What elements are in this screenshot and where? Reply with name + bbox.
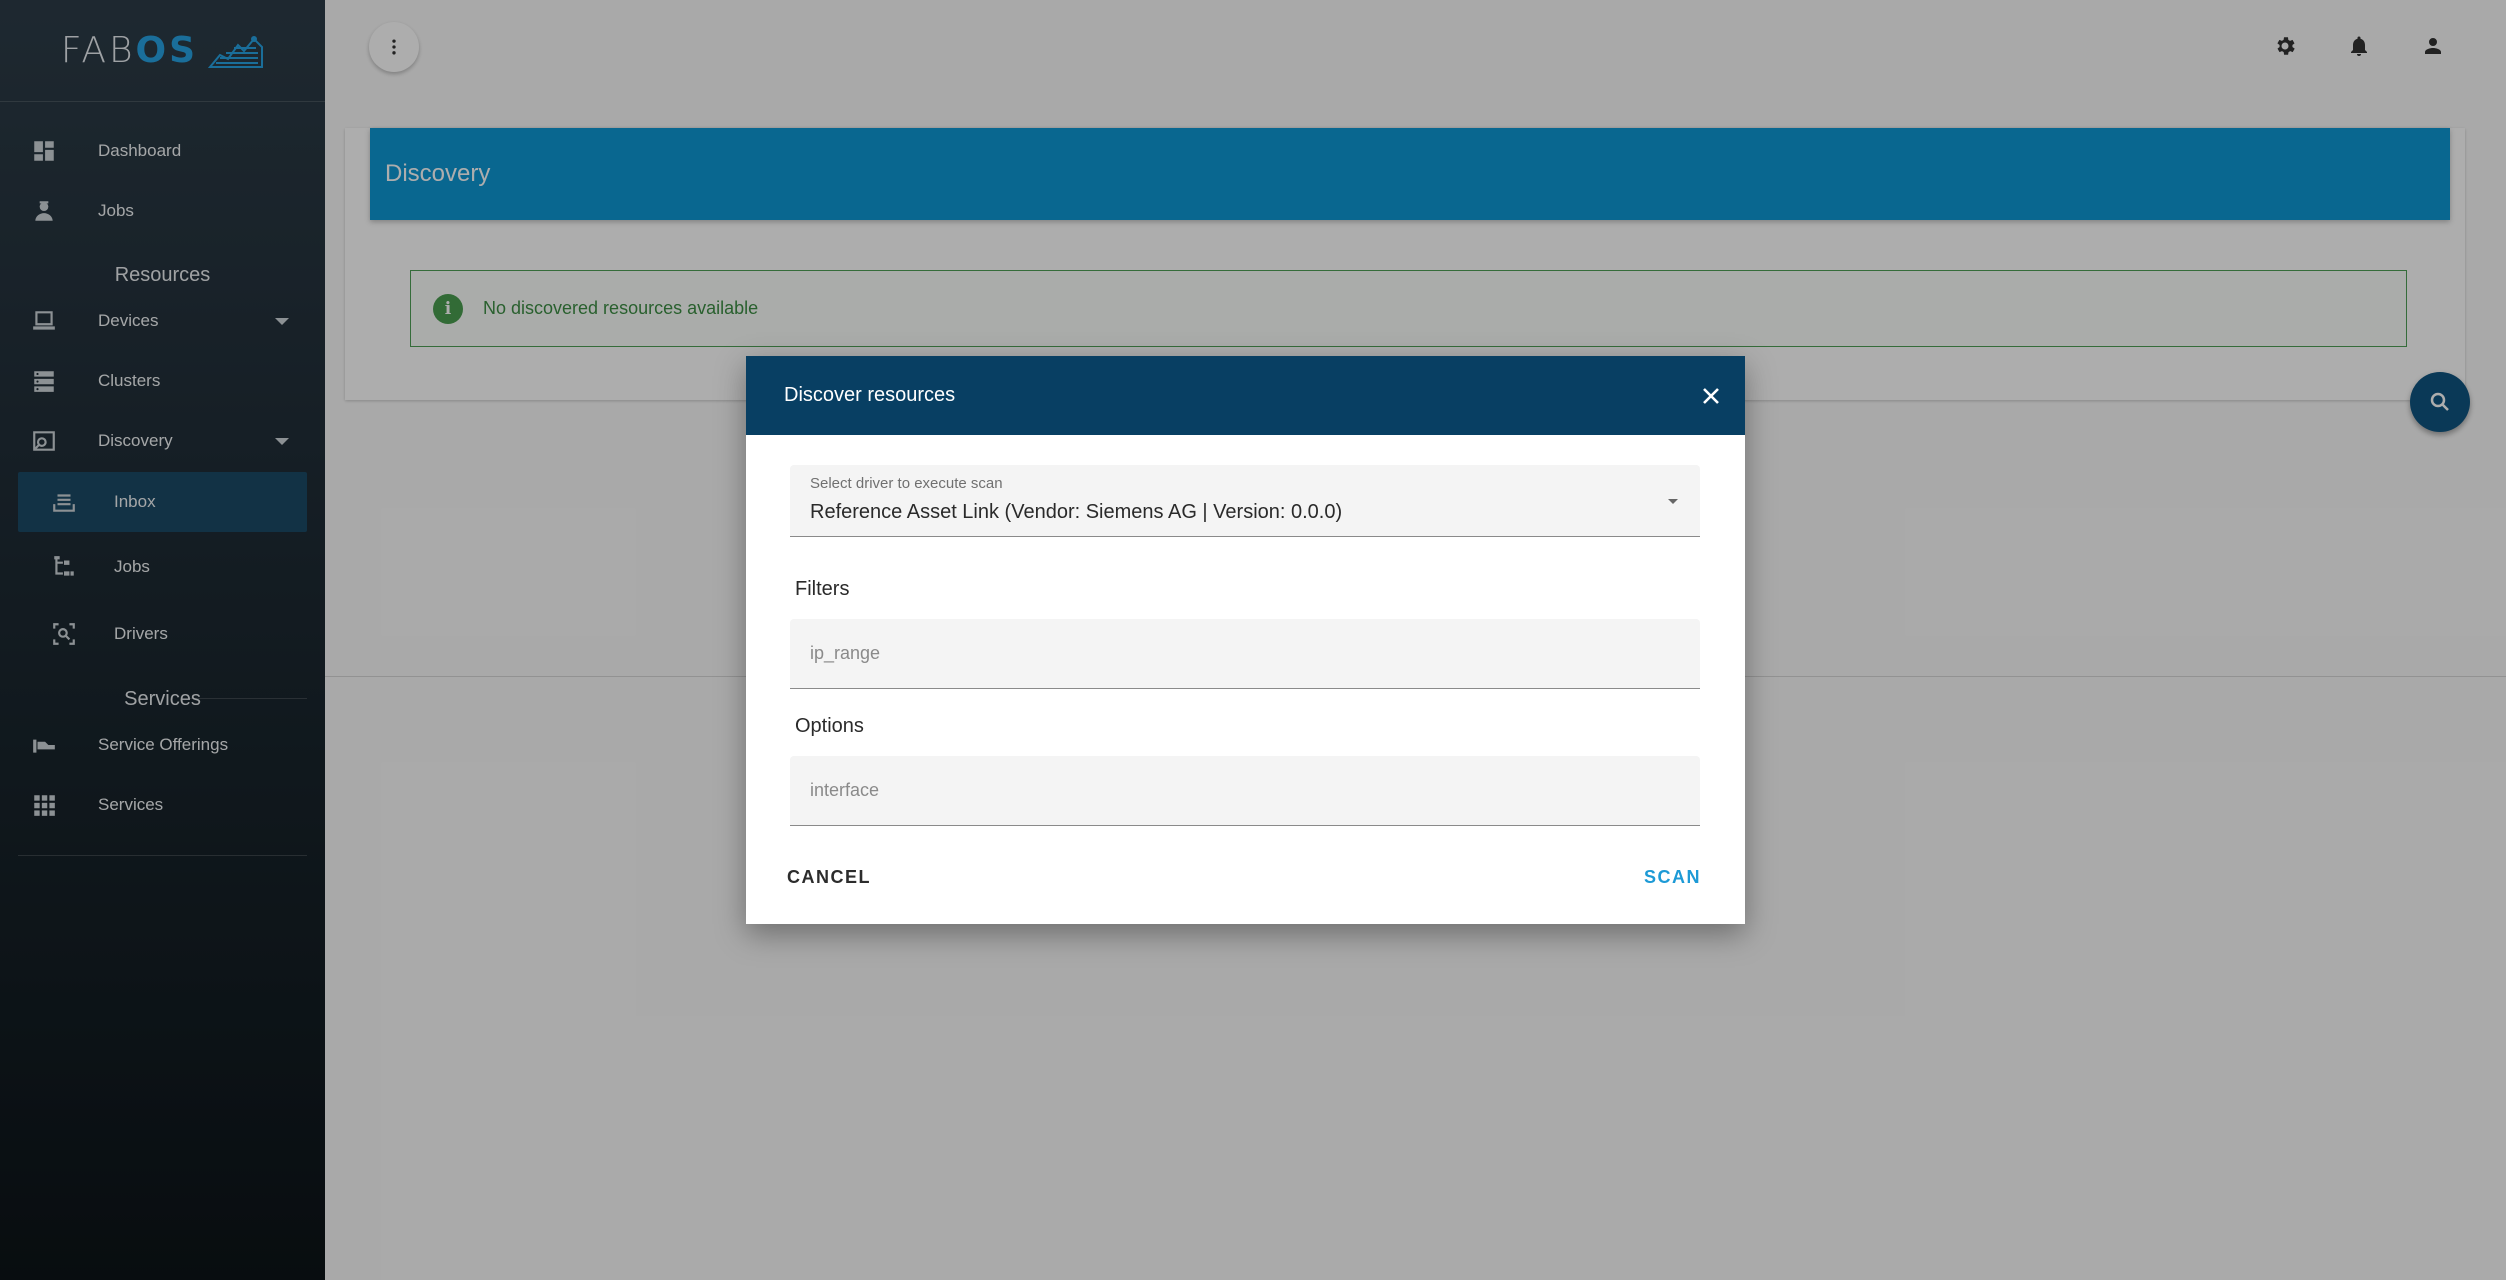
driver-select-value: Reference Asset Link (Vendor: Siemens AG… [810, 501, 1343, 523]
ip-range-field[interactable] [790, 619, 1700, 689]
interface-field[interactable] [790, 756, 1700, 826]
close-icon [1703, 388, 1719, 404]
dialog-header: Discover resources [746, 356, 1745, 435]
options-title: Options [795, 715, 864, 737]
dialog-title: Discover resources [784, 384, 956, 406]
scan-button[interactable]: SCAN [1644, 867, 1701, 888]
filters-title: Filters [795, 578, 850, 600]
ip-range-input[interactable] [790, 619, 1700, 688]
close-button[interactable] [1695, 380, 1727, 412]
cancel-button[interactable]: CANCEL [787, 867, 871, 888]
dropdown-arrow-icon [1668, 499, 1678, 504]
interface-input[interactable] [790, 756, 1700, 825]
driver-select[interactable]: Select driver to execute scan Reference … [790, 465, 1700, 537]
driver-select-label: Select driver to execute scan [810, 475, 1003, 492]
discover-resources-dialog: Discover resources Select driver to exec… [746, 356, 1745, 924]
